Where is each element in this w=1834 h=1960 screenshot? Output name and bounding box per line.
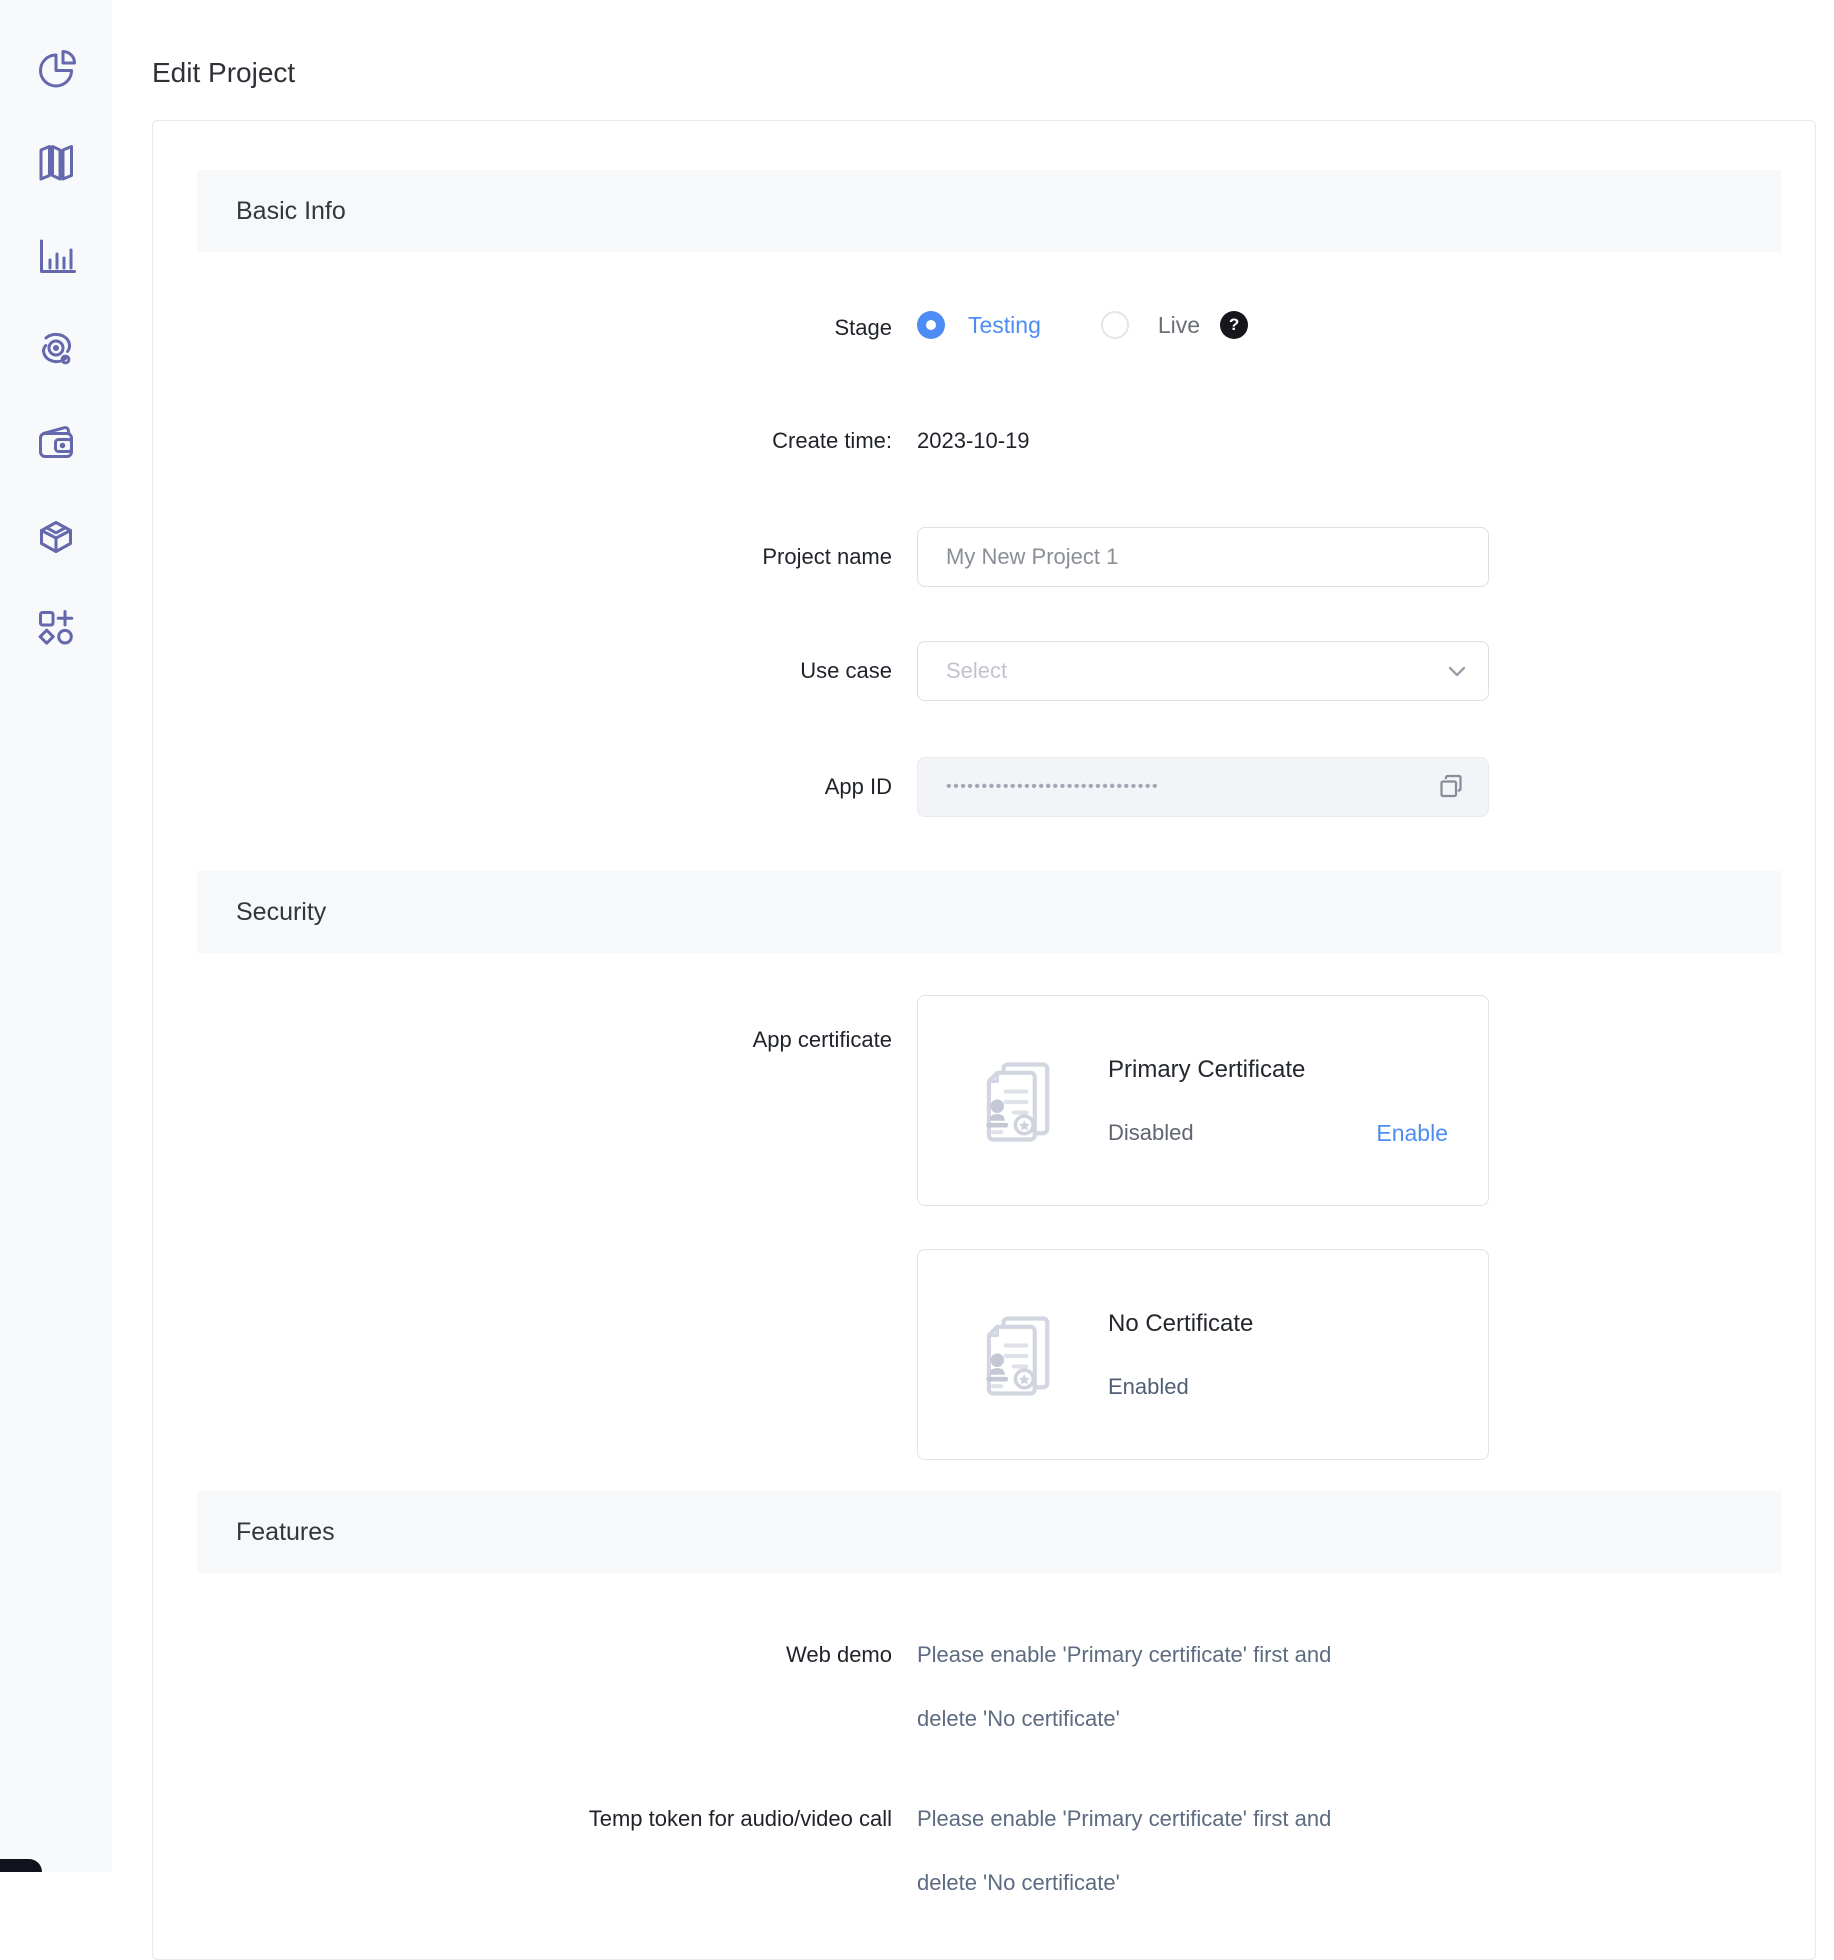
- help-icon[interactable]: ?: [1220, 311, 1248, 339]
- use-case-select-input[interactable]: [917, 641, 1489, 701]
- stage-radio-live[interactable]: [1101, 311, 1129, 339]
- sidebar-item-packages[interactable]: [32, 511, 80, 559]
- edit-project-page: { "accent_color": "#4d8cf5", "sidebar_ic…: [0, 0, 1834, 1872]
- no-certificate-title: No Certificate: [1108, 1310, 1253, 1338]
- use-case-select[interactable]: [917, 641, 1489, 701]
- sidebar-item-extensions[interactable]: [32, 604, 80, 652]
- stage-radio-group: Testing Live ?: [917, 311, 1248, 339]
- map-icon: [32, 139, 80, 187]
- section-header-basic-info: Basic Info: [197, 170, 1781, 252]
- sidebar-item-analytics[interactable]: [32, 232, 80, 280]
- app-id-field: ••••••••••••••••••••••••••••••: [917, 757, 1489, 817]
- stage-label: Stage: [835, 314, 893, 342]
- certificate-icon: [966, 1306, 1066, 1406]
- web-demo-label: Web demo: [786, 1641, 892, 1669]
- web-demo-message-line1: Please enable 'Primary certificate' firs…: [917, 1641, 1331, 1669]
- primary-certificate-title: Primary Certificate: [1108, 1056, 1305, 1084]
- create-time-value: 2023-10-19: [917, 427, 1030, 455]
- sidebar-rail: [0, 0, 112, 1872]
- section-header-features: Features: [197, 1491, 1781, 1573]
- sidebar-item-projects[interactable]: [32, 139, 80, 187]
- no-certificate-status: Enabled: [1108, 1374, 1189, 1400]
- temp-token-message-line1: Please enable 'Primary certificate' firs…: [917, 1805, 1331, 1833]
- section-title-basic-info: Basic Info: [236, 197, 346, 226]
- section-title-features: Features: [236, 1518, 335, 1547]
- project-name-label: Project name: [762, 543, 892, 571]
- primary-certificate-card: Primary Certificate Disabled Enable: [917, 995, 1489, 1206]
- bar-chart-icon: [32, 232, 80, 280]
- web-demo-message-line2: delete 'No certificate': [917, 1705, 1120, 1733]
- edit-project-card: Basic Info Stage Testing Live ? Create t…: [152, 120, 1816, 1960]
- enable-link[interactable]: Enable: [1376, 1120, 1448, 1147]
- temp-token-message-line2: delete 'No certificate': [917, 1869, 1120, 1897]
- pie-chart-icon: [32, 46, 80, 94]
- copy-icon: [1436, 772, 1466, 802]
- create-time-label: Create time:: [772, 427, 892, 455]
- stage-option-live-label[interactable]: Live: [1158, 312, 1200, 339]
- sidebar-item-usage[interactable]: [32, 46, 80, 94]
- stage-radio-testing[interactable]: [917, 311, 945, 339]
- project-name-input[interactable]: [917, 527, 1489, 587]
- box-icon: [32, 511, 80, 559]
- section-title-security: Security: [236, 898, 326, 927]
- extensions-icon: [32, 604, 80, 652]
- primary-certificate-status: Disabled: [1108, 1120, 1194, 1146]
- sidebar-item-billing[interactable]: [32, 418, 80, 466]
- use-case-label: Use case: [800, 657, 892, 685]
- app-id-label: App ID: [825, 773, 892, 801]
- certificate-icon: [966, 1052, 1066, 1152]
- sidebar-item-moderation[interactable]: [32, 325, 80, 373]
- temp-token-label: Temp token for audio/video call: [589, 1805, 892, 1833]
- corner-sliver: [0, 1859, 42, 1872]
- copy-button[interactable]: [1436, 772, 1466, 802]
- app-id-masked-value: ••••••••••••••••••••••••••••••: [946, 779, 1436, 795]
- section-header-security: Security: [197, 871, 1781, 953]
- stage-option-testing-label[interactable]: Testing: [968, 312, 1041, 339]
- app-certificate-label: App certificate: [753, 1026, 892, 1054]
- page-title: Edit Project: [152, 57, 295, 89]
- swirl-icon: [32, 325, 80, 373]
- wallet-icon: [32, 418, 80, 466]
- no-certificate-card: No Certificate Enabled: [917, 1249, 1489, 1460]
